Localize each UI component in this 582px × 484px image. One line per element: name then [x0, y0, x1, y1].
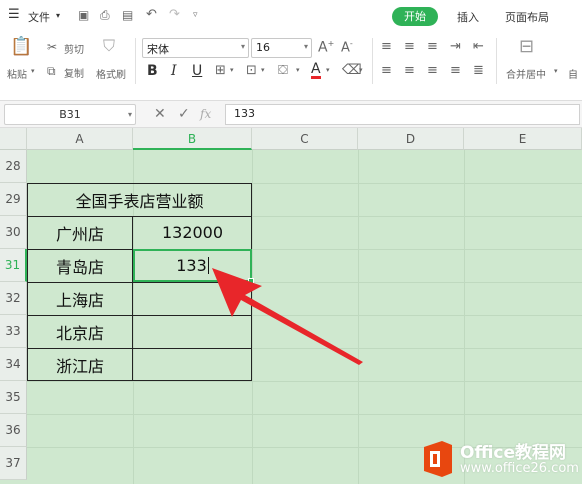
red-arrow-annotation: [212, 268, 363, 365]
arrow-shape: [212, 268, 363, 365]
office-logo-icon: [424, 441, 452, 477]
watermark-brand: Office教程网: [460, 443, 567, 463]
watermark-url: www.office26.com: [460, 461, 579, 476]
watermark: Office教程网 www.office26.com: [416, 434, 582, 484]
